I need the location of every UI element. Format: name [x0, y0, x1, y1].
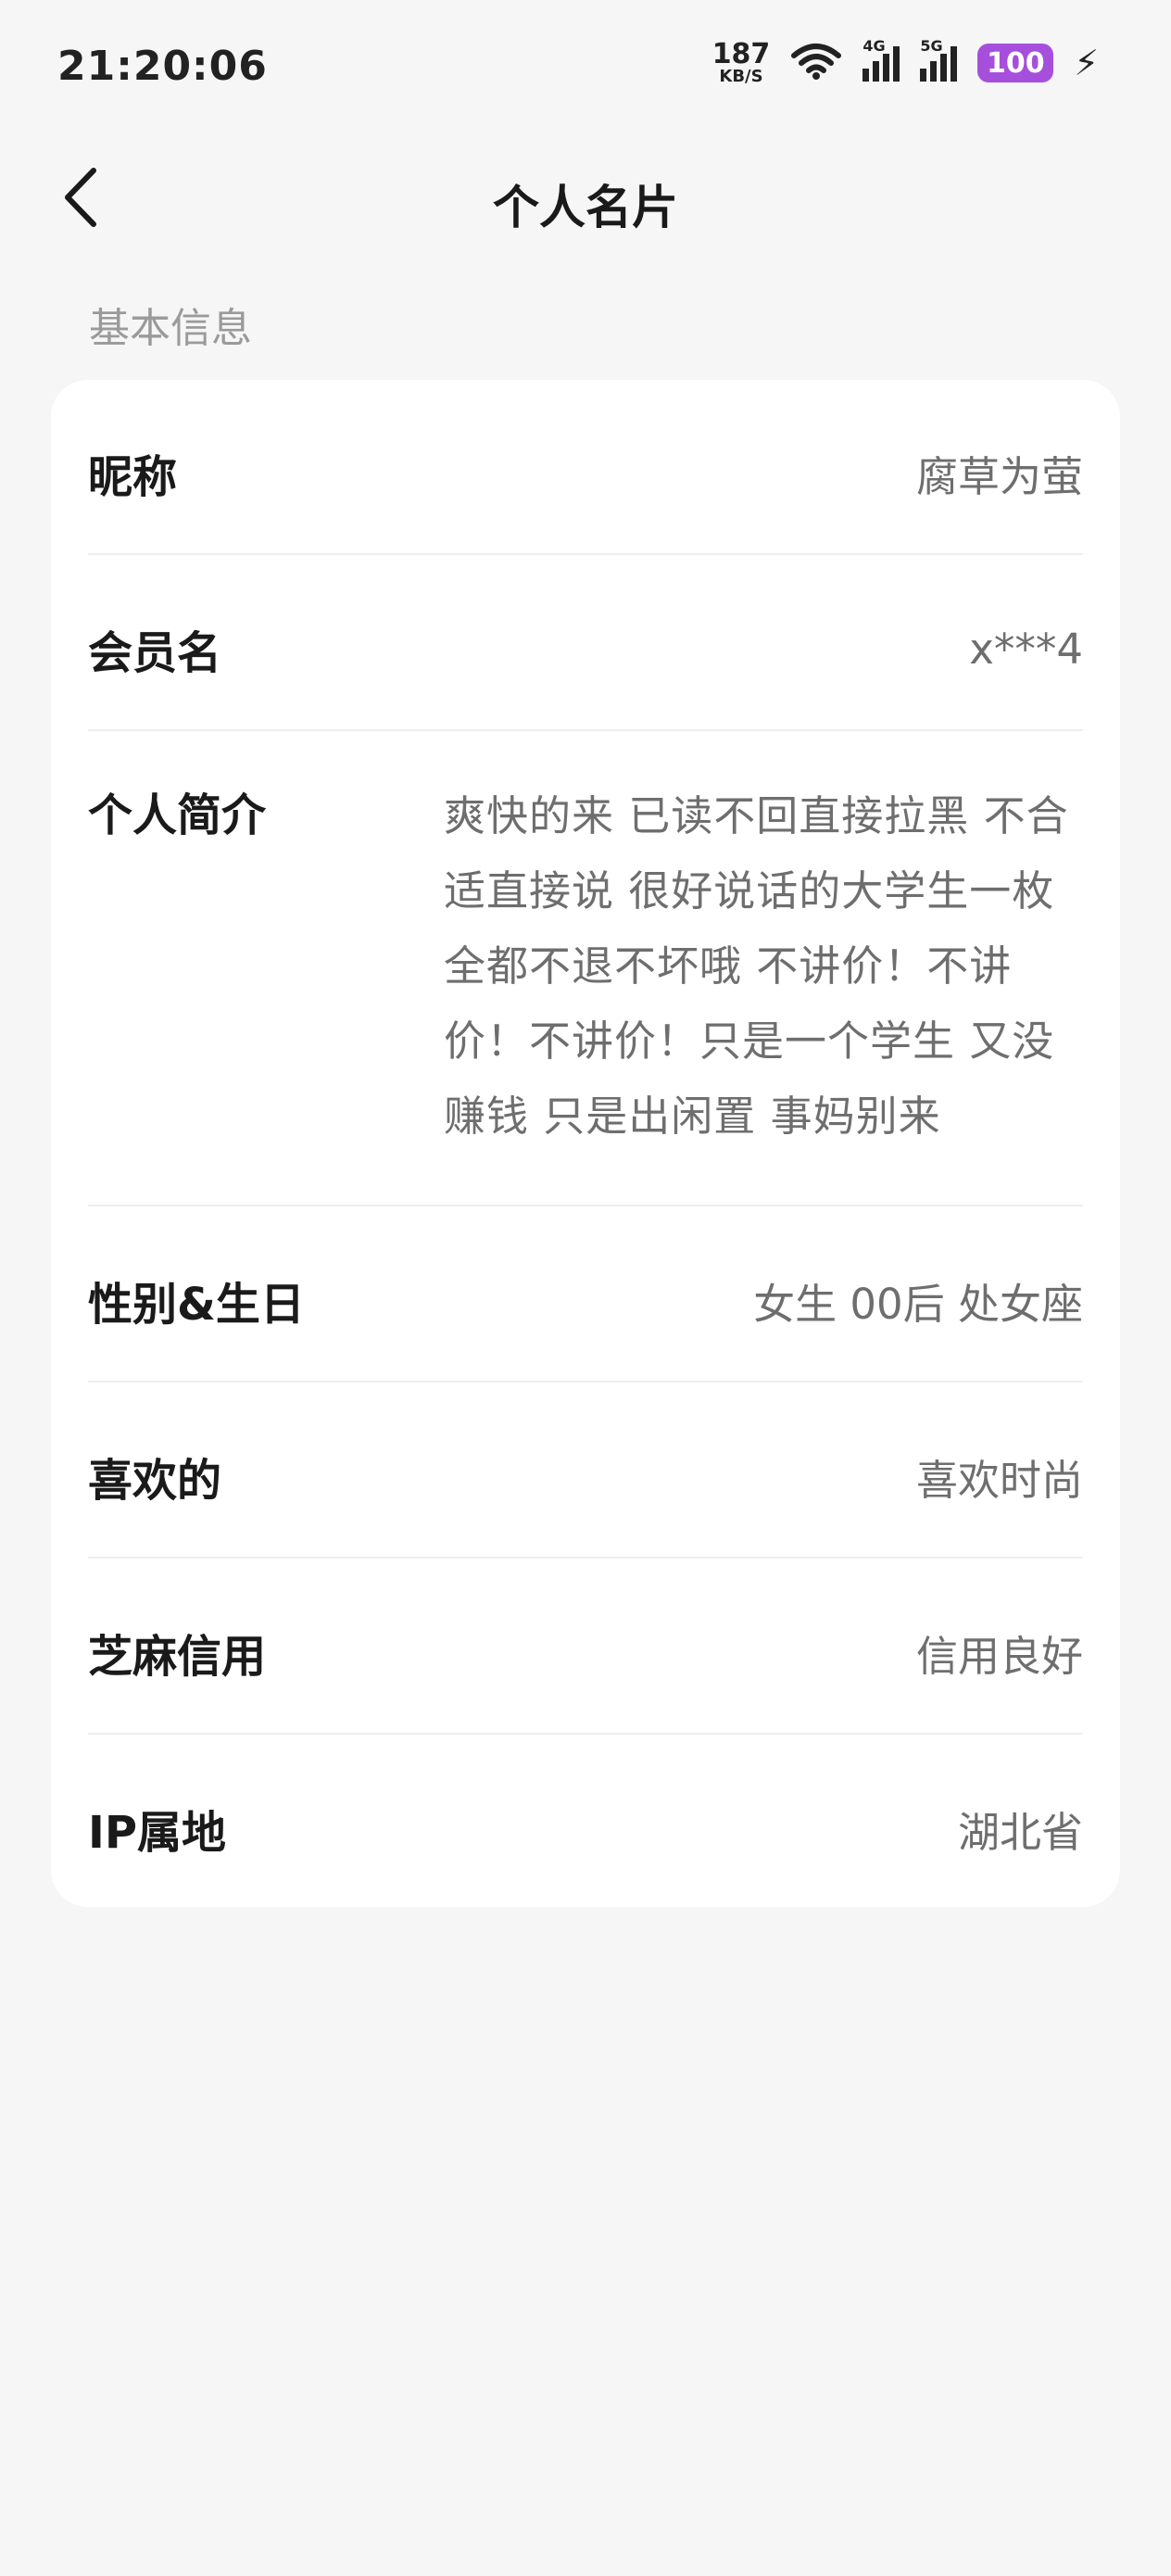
network-speed-value: 187 [711, 38, 771, 70]
row-value: 湖北省 [957, 1807, 1083, 1857]
row-label: 会员名 [88, 627, 222, 679]
row-value: 喜欢时尚 [915, 1455, 1083, 1505]
network-speed: 187 KB/S [712, 41, 771, 85]
row-ip-location: IP属地 湖北省 [88, 1791, 1083, 1865]
row-likes: 喜欢的 喜欢时尚 [88, 1439, 1083, 1513]
row-value: 信用良好 [915, 1631, 1083, 1681]
divider [88, 1205, 1083, 1206]
charging-bolt-icon: ⚡ [1074, 43, 1099, 83]
row-label: IP属地 [88, 1807, 227, 1859]
profile-card: 昵称 腐草为萤 会员名 x***4 个人简介 爽快的来 已读不回直接拉黑 不合适… [51, 380, 1120, 1907]
divider [88, 1557, 1083, 1559]
section-label: 基本信息 [89, 305, 252, 352]
row-gender-birthday: 性别&生日 女生 00后 处女座 [88, 1263, 1083, 1337]
nav-bar: 个人名片 [0, 139, 1171, 259]
divider [88, 553, 1083, 555]
network-speed-unit: KB/S [719, 67, 763, 86]
row-label: 性别&生日 [88, 1279, 305, 1331]
row-member-name: 会员名 x***4 [88, 612, 1083, 686]
row-sesame-credit: 芝麻信用 信用良好 [88, 1615, 1083, 1689]
divider [88, 1733, 1083, 1735]
row-value: 女生 00后 处女座 [753, 1279, 1083, 1329]
row-label: 个人简介 [88, 789, 267, 841]
status-bar: 21:20:06 187 KB/S 4G 5G 100 ⚡ [0, 0, 1171, 139]
signal-2-label: 5G [920, 37, 943, 55]
row-label: 昵称 [88, 451, 178, 503]
signal-1-label: 4G [863, 37, 886, 55]
status-time: 21:20:06 [57, 43, 268, 90]
row-value: 腐草为萤 [915, 451, 1083, 501]
signal-icon: 4G [863, 37, 900, 82]
wifi-icon [790, 43, 842, 83]
battery-indicator: 100 [977, 44, 1054, 82]
row-bio: 个人简介 爽快的来 已读不回直接拉黑 不合适直接说 很好说话的大学生一枚 全都不… [88, 778, 1083, 1154]
status-icons: 187 KB/S 4G 5G 100 ⚡ [712, 37, 1099, 85]
signal-icon: 5G [920, 37, 958, 82]
divider [88, 1381, 1083, 1383]
row-nickname: 昵称 腐草为萤 [88, 436, 1083, 510]
divider [88, 729, 1083, 731]
row-label: 喜欢的 [88, 1455, 222, 1507]
page-title: 个人名片 [493, 181, 678, 234]
row-label: 芝麻信用 [88, 1631, 267, 1683]
row-value: 爽快的来 已读不回直接拉黑 不合适直接说 很好说话的大学生一枚 全都不退不坏哦 … [444, 791, 1069, 1141]
row-value: x***4 [969, 624, 1083, 674]
